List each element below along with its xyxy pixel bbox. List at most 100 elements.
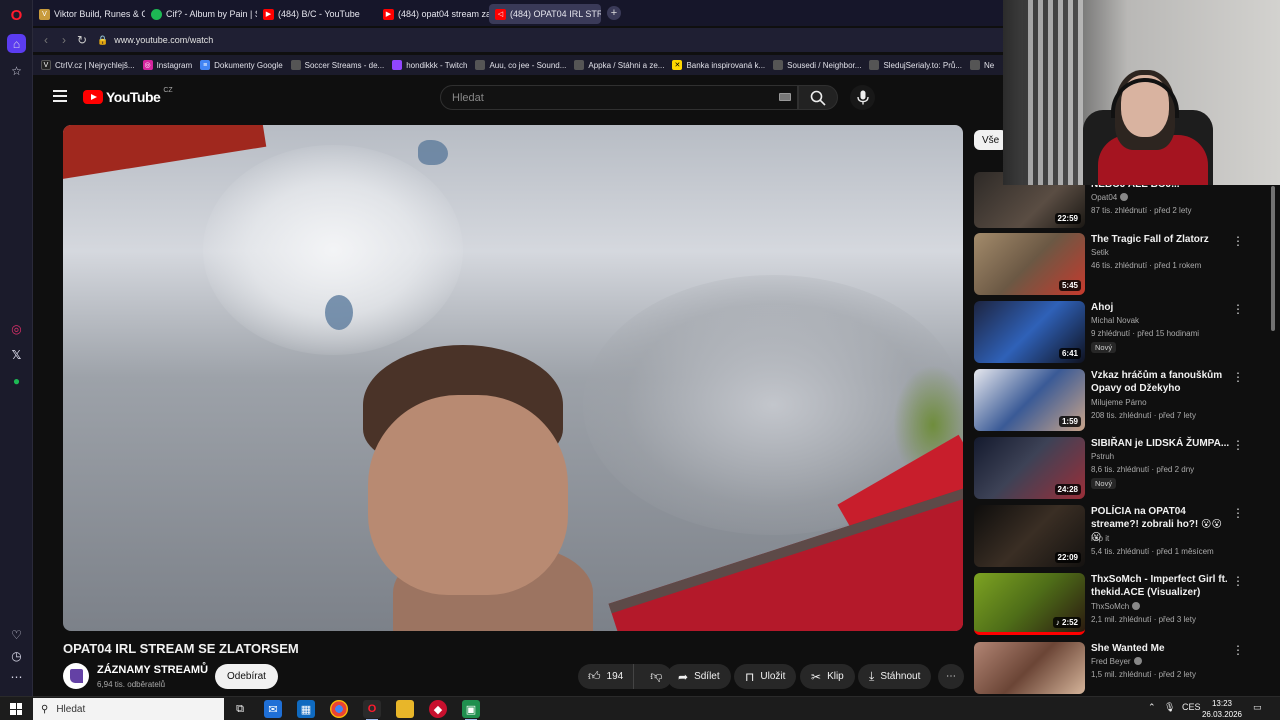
raiffeisen-icon: ✕ — [672, 60, 683, 70]
more-vertical-icon[interactable]: ⋮ — [1232, 507, 1244, 521]
video-thumbnail[interactable] — [974, 642, 1085, 694]
youtube-logo[interactable]: YouTube CZ — [83, 87, 173, 105]
tab-youtube-bc[interactable]: ▶ (484) B/C - YouTube — [257, 4, 377, 24]
more-vertical-icon[interactable]: ⋮ — [1232, 235, 1244, 249]
url-field[interactable]: www.youtube.com/watch — [114, 35, 213, 45]
page-icon — [869, 60, 880, 70]
search-input[interactable] — [452, 91, 772, 104]
more-icon[interactable]: ⋯ — [8, 668, 25, 685]
recommendation-item[interactable]: ♪ 2:52 ThxSoMch - Imperfect Girl ft. the… — [974, 573, 1264, 635]
rec-channel[interactable]: Milujeme Párno — [1091, 398, 1147, 407]
bookmark-item[interactable]: Appka / Stáhni a ze... — [574, 60, 664, 70]
bookmark-item[interactable]: Sousedi / Neighbor... — [773, 60, 861, 70]
keyboard-icon[interactable] — [779, 93, 791, 101]
bookmark-star-icon[interactable]: ☆ — [8, 62, 25, 79]
game-app-icon[interactable]: ▣ — [462, 700, 480, 720]
tab-youtube-active[interactable]: ◁ (484) OPAT04 IRL STR — [489, 4, 601, 24]
tab-viktor[interactable]: V Viktor Build, Runes & Cou — [33, 4, 145, 24]
opera-logo-icon[interactable]: O — [8, 7, 25, 24]
rec-channel[interactable]: Michal Novak — [1091, 316, 1139, 325]
download-button[interactable]: ⤓ Stáhnout — [858, 664, 932, 689]
clip-button[interactable]: ✂ Klip — [800, 664, 855, 689]
bookmark-item[interactable]: Ne — [970, 60, 994, 70]
back-icon[interactable]: ‹ — [37, 33, 55, 47]
rec-channel[interactable]: Setik — [1091, 248, 1109, 257]
save-button[interactable]: ⊓ Uložit — [734, 664, 797, 689]
video-thumbnail[interactable]: 24:28 — [974, 437, 1085, 499]
bookmark-item[interactable]: Auu, co jee - Sound... — [475, 60, 566, 70]
heart-icon[interactable]: ♡ — [8, 626, 25, 643]
recommendation-item[interactable]: 22:09 POLÍCIA na OPAT04 streame?! zobral… — [974, 505, 1264, 567]
spotify-icon[interactable]: ● — [8, 372, 25, 389]
channel-avatar[interactable] — [63, 663, 89, 689]
rec-title[interactable]: The Tragic Fall of Zlatorz — [1091, 233, 1231, 246]
instagram-icon[interactable]: ◎ — [8, 320, 25, 337]
file-explorer-icon[interactable] — [396, 700, 414, 718]
riot-client-icon[interactable]: ◆ — [429, 700, 447, 718]
language-indicator[interactable]: CES — [1182, 702, 1201, 712]
more-actions-button[interactable]: ⋯ — [938, 664, 964, 689]
subscribe-button[interactable]: Odebírat — [215, 664, 278, 689]
rec-title[interactable]: ThxSoMch - Imperfect Girl ft. thekid.ACE… — [1091, 573, 1231, 599]
rec-channel[interactable]: klip it — [1091, 534, 1109, 543]
notifications-icon[interactable]: ▭ — [1253, 702, 1262, 713]
more-vertical-icon[interactable]: ⋮ — [1232, 439, 1244, 453]
new-tab-button[interactable]: + — [607, 6, 621, 20]
rec-title[interactable]: POLÍCIA na OPAT04 streame?! zobrali ho?!… — [1091, 505, 1231, 544]
video-thumbnail[interactable]: 6:41 — [974, 301, 1085, 363]
rec-channel[interactable]: Fred Beyer — [1091, 657, 1142, 666]
opera-icon[interactable]: O — [363, 700, 381, 720]
share-button[interactable]: ➦ Sdílet — [667, 664, 731, 689]
video-player[interactable] — [63, 125, 963, 631]
rec-channel[interactable]: Pstruh — [1091, 452, 1114, 461]
bookmark-item[interactable]: ≡ Dokumenty Google — [200, 60, 283, 70]
rec-title[interactable]: Vzkaz hráčům a fanouškům Opavy od Džekyh… — [1091, 369, 1231, 395]
scrollbar[interactable] — [1271, 186, 1275, 331]
rec-title[interactable]: Ahoj — [1091, 301, 1231, 314]
more-vertical-icon[interactable]: ⋮ — [1232, 644, 1244, 658]
tab-youtube-opat[interactable]: ▶ (484) opat04 stream zazn — [377, 4, 489, 24]
more-vertical-icon[interactable]: ⋮ — [1232, 575, 1244, 589]
channel-name[interactable]: ZÁZNAMY STREAMŮ — [97, 664, 208, 676]
recommendation-item[interactable]: 1:59 Vzkaz hráčům a fanouškům Opavy od D… — [974, 369, 1264, 431]
recommendation-item[interactable]: She Wanted Me Fred Beyer 1,5 mil. zhlédn… — [974, 642, 1264, 694]
video-thumbnail[interactable]: 22:09 — [974, 505, 1085, 567]
clock[interactable]: 13:23 26.03.2026 — [1200, 698, 1244, 720]
video-thumbnail[interactable]: ♪ 2:52 — [974, 573, 1085, 635]
history-clock-icon[interactable]: ◷ — [8, 647, 25, 664]
bookmark-item[interactable]: Soccer Streams - de... — [290, 60, 384, 70]
more-vertical-icon[interactable]: ⋮ — [1232, 371, 1244, 385]
rec-title[interactable]: She Wanted Me — [1091, 642, 1231, 655]
reload-icon[interactable]: ↻ — [73, 33, 91, 47]
like-button[interactable]: 👍︎ 194 — [578, 664, 635, 689]
recommendation-item[interactable]: 5:45 The Tragic Fall of Zlatorz Setik 46… — [974, 233, 1264, 295]
tab-spotify[interactable]: Cif? - Album by Pain | Spo — [145, 4, 257, 24]
bookmark-item[interactable]: ◎ Instagram — [142, 60, 192, 70]
bookmark-item[interactable]: SledujSerialy.to: Prů... — [869, 60, 962, 70]
search-button[interactable] — [798, 85, 838, 110]
tray-expand-icon[interactable]: ⌃ — [1148, 702, 1156, 713]
microphone-tray-icon[interactable]: 🎙︎ — [1164, 702, 1175, 713]
rec-channel[interactable]: ThxSoMch — [1091, 602, 1141, 611]
more-vertical-icon[interactable]: ⋮ — [1232, 303, 1244, 317]
home-icon[interactable]: ⌂ — [7, 34, 26, 53]
video-thumbnail[interactable]: 5:45 — [974, 233, 1085, 295]
rec-channel[interactable]: Opat04 — [1091, 193, 1129, 202]
bookmark-item[interactable]: hondikkk - Twitch — [392, 60, 467, 70]
outlook-icon[interactable]: ✉ — [264, 700, 282, 718]
task-view-icon[interactable]: ⧉ — [231, 700, 249, 718]
taskbar-search-input[interactable] — [56, 703, 207, 715]
windows-start-icon[interactable] — [10, 703, 22, 715]
recommendation-item[interactable]: 24:28 SIBIŘAN je LIDSKÁ ŽUMPA... Pstruh … — [974, 437, 1264, 499]
voice-search-button[interactable] — [850, 85, 875, 110]
x-icon[interactable]: 𝕏 — [8, 346, 25, 363]
rec-title[interactable]: SIBIŘAN je LIDSKÁ ŽUMPA... — [1091, 437, 1231, 450]
forward-icon[interactable]: › — [55, 33, 73, 47]
store-icon[interactable]: ▦ — [297, 700, 315, 718]
bookmark-item[interactable]: V CtrlV.cz | Nejrychlejš... — [41, 60, 135, 70]
video-thumbnail[interactable]: 1:59 — [974, 369, 1085, 431]
chrome-icon[interactable] — [330, 700, 348, 718]
bookmark-item[interactable]: ✕ Banka inspirovaná k... — [672, 60, 765, 70]
recommendation-item[interactable]: 6:41 Ahoj Michal Novak 9 zhlédnutí · pře… — [974, 301, 1264, 363]
menu-icon[interactable] — [53, 90, 67, 102]
